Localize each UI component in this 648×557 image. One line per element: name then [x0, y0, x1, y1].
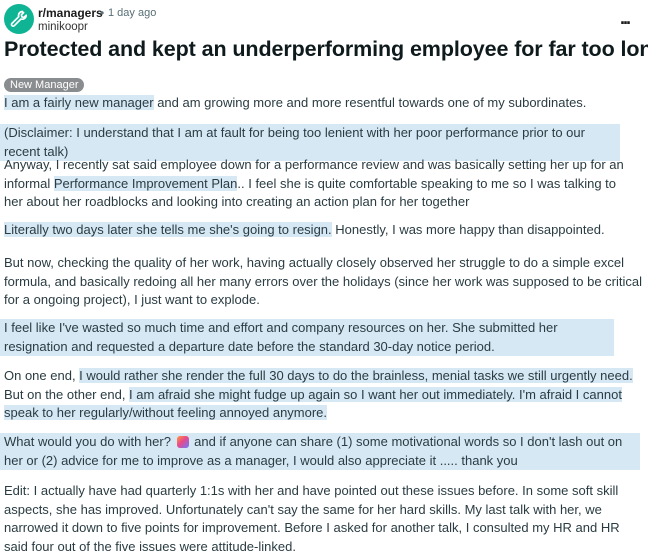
paragraph-7: On one end, I would rather she render th… — [4, 367, 642, 423]
body-text: Honestly, I was more happy than disappoi… — [331, 222, 605, 237]
pip-link[interactable]: Performance Improvement Plan — [53, 175, 238, 191]
body-text: and am growing more and more resentful t… — [153, 95, 587, 110]
subreddit-name[interactable]: r/managers — [38, 6, 103, 20]
post-timestamp: 1 day ago — [108, 7, 157, 19]
wrench-icon — [10, 10, 28, 27]
body-text: What would you do with her? — [4, 434, 175, 449]
paragraph-4: Literally two days later she tells me sh… — [4, 221, 644, 240]
post-flair[interactable]: New Manager — [4, 78, 85, 92]
post-title: Protected and kept an underperforming em… — [4, 37, 648, 61]
paragraph-6: I feel like I've wasted so much time and… — [0, 319, 614, 357]
paragraph-3: Anyway, I recently sat said employee dow… — [4, 156, 634, 212]
subreddit-avatar[interactable] — [4, 4, 34, 34]
author-username[interactable]: minikoopr — [38, 21, 88, 33]
paragraph-8: What would you do with her? and if anyon… — [0, 433, 640, 471]
meta-separator: • — [100, 6, 105, 20]
more-options-button[interactable]: ... — [620, 8, 631, 29]
paragraph-9: Edit: I actually have had quarterly 1:1s… — [4, 483, 620, 555]
post-header: r/managers • 1 day ago minikoopr ... — [0, 0, 648, 40]
paragraph-5: But now, checking the quality of her wor… — [4, 255, 643, 308]
highlight-text: Literally two days later she tells me sh… — [4, 222, 332, 237]
body-text: But on the other end, — [4, 386, 130, 402]
paragraph-1: I am a fairly new manager and am growing… — [4, 94, 644, 113]
highlight-text: I am a fairly new manager — [4, 95, 154, 110]
emoji-icon — [176, 436, 189, 448]
body-text: On one end, — [4, 368, 80, 383]
highlight-text: I would rather she render the full 30 da… — [79, 368, 633, 383]
